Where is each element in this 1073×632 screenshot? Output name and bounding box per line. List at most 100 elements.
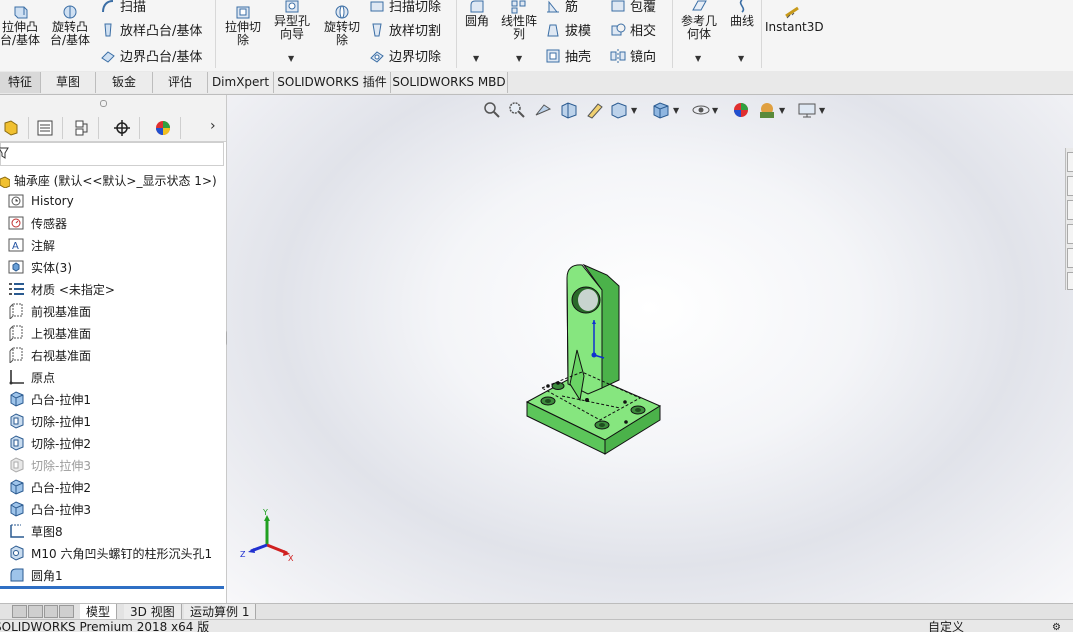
tree-item-sketch8[interactable]: 草图8 xyxy=(8,521,63,541)
panel-tabs-more-icon[interactable]: › xyxy=(210,118,216,134)
apply-scene-icon[interactable] xyxy=(757,101,777,119)
tree-item-counterbore-hole[interactable]: M10 六角凹头螺钉的柱形沉头孔1 xyxy=(8,543,212,563)
tree-item-cut-extrude3[interactable]: 切除-拉伸3 xyxy=(8,455,91,475)
feature-manager-tab[interactable] xyxy=(0,117,29,139)
tree-item-sensors[interactable]: 传感器 xyxy=(8,213,67,233)
draft-button[interactable]: 拔模 xyxy=(545,20,591,39)
bearing-block-model[interactable] xyxy=(522,260,662,460)
configuration-manager-tab[interactable] xyxy=(64,117,99,139)
tree-item-cut-extrude2[interactable]: 切除-拉伸2 xyxy=(8,433,91,453)
tree-item-front-plane[interactable]: 前视基准面 xyxy=(8,301,91,321)
swept-cut-button[interactable]: 扫描切除 xyxy=(369,0,441,15)
revolved-boss-button[interactable]: 旋转凸 台/基体 xyxy=(46,4,94,47)
hide-show-items-icon[interactable] xyxy=(691,101,711,119)
tab-features[interactable]: 特征 xyxy=(0,72,41,93)
shell-button[interactable]: 抽壳 xyxy=(545,46,591,65)
rebuild-status-icon[interactable]: ⚙ xyxy=(1052,621,1061,632)
ribbon-separator xyxy=(456,0,457,68)
tab-sketch[interactable]: 草图 xyxy=(41,72,96,93)
scroll-prev-icon[interactable] xyxy=(27,605,43,618)
lofted-boss-button[interactable]: 放样凸台/基体 xyxy=(100,20,202,39)
tree-item-history[interactable]: History xyxy=(8,191,74,211)
tree-item-boss-extrude1[interactable]: 凸台-拉伸1 xyxy=(8,389,91,409)
feature-tree-icon xyxy=(4,120,18,136)
pattern-dropdown-icon[interactable]: ▼ xyxy=(516,54,522,63)
status-product-name: SOLIDWORKS Premium 2018 x64 版 xyxy=(0,620,210,632)
tree-item-annotations[interactable]: A 注解 xyxy=(8,235,55,255)
view-orientation-dropdown-icon[interactable]: ▼ xyxy=(631,106,637,115)
task-pane-custom-tab[interactable] xyxy=(1067,272,1073,290)
wrap-button[interactable]: 包覆 xyxy=(610,0,656,15)
hole-wizard-dropdown-icon[interactable]: ▼ xyxy=(288,54,294,63)
tab-3d-views[interactable]: 3D 视图 xyxy=(124,604,182,620)
tab-dimxpert[interactable]: DimXpert xyxy=(208,72,274,93)
tree-filter-field[interactable] xyxy=(0,142,224,166)
task-pane-appearances-tab[interactable] xyxy=(1067,248,1073,268)
boundary-boss-button[interactable]: 边界凸台/基体 xyxy=(100,46,202,65)
hide-show-dropdown-icon[interactable]: ▼ xyxy=(712,106,718,115)
display-style-icon[interactable] xyxy=(651,101,671,119)
zoom-to-fit-icon[interactable] xyxy=(482,101,502,119)
tab-solidworks-mbd[interactable]: SOLIDWORKS MBD xyxy=(391,72,508,93)
tree-item-boss-extrude2[interactable]: 凸台-拉伸2 xyxy=(8,477,91,497)
fillet-button[interactable]: 圆角 xyxy=(460,0,494,28)
section-view-icon[interactable] xyxy=(559,101,579,119)
task-pane-explorer-tab[interactable] xyxy=(1067,224,1073,244)
rib-button[interactable]: 筋 xyxy=(545,0,578,15)
edit-appearance-icon[interactable] xyxy=(731,101,751,119)
scroll-last-icon[interactable] xyxy=(59,605,74,618)
reference-geometry-button[interactable]: 参考几 何体 xyxy=(676,0,722,41)
panel-grip-dot[interactable] xyxy=(100,100,107,107)
tab-evaluate[interactable]: 评估 xyxy=(153,72,208,93)
status-bar: SOLIDWORKS Premium 2018 x64 版 自定义 ⚙ xyxy=(0,619,1073,632)
tab-sheet-metal[interactable]: 钣金 xyxy=(96,72,153,93)
scroll-next-icon[interactable] xyxy=(43,605,59,618)
tree-item-boss-extrude3[interactable]: 凸台-拉伸3 xyxy=(8,499,91,519)
curves-button[interactable]: 曲线 xyxy=(726,0,758,28)
curves-dropdown-icon[interactable]: ▼ xyxy=(738,54,744,63)
previous-view-icon[interactable] xyxy=(533,101,553,119)
reference-geometry-dropdown-icon[interactable]: ▼ xyxy=(695,54,701,63)
view-settings-dropdown-icon[interactable]: ▼ xyxy=(819,106,825,115)
wrap-icon xyxy=(611,0,625,11)
units-selector[interactable]: 自定义 xyxy=(928,620,964,632)
display-manager-tab[interactable] xyxy=(146,117,181,139)
tree-item-top-plane[interactable]: 上视基准面 xyxy=(8,323,91,343)
tab-solidworks-addins[interactable]: SOLIDWORKS 插件 xyxy=(274,72,391,93)
part-root-node[interactable]: 轴承座 (默认<<默认>_显示状态 1>) xyxy=(0,172,217,189)
instant3d-button[interactable]: Instant3D xyxy=(765,4,824,34)
task-pane-library-tab[interactable] xyxy=(1067,200,1073,220)
swept-boss-button[interactable]: 扫描 xyxy=(100,0,146,15)
linear-pattern-button[interactable]: 线性阵 列 xyxy=(497,0,541,41)
tree-item-solid-bodies[interactable]: 实体(3) xyxy=(8,257,72,277)
tree-item-cut-extrude1[interactable]: 切除-拉伸1 xyxy=(8,411,91,431)
scroll-first-icon[interactable] xyxy=(12,605,27,618)
tab-motion-study-1[interactable]: 运动算例 1 xyxy=(184,604,257,620)
mirror-button[interactable]: 镜向 xyxy=(610,46,656,65)
hole-wizard-button[interactable]: 异型孔 向导 xyxy=(268,0,316,41)
tree-item-origin[interactable]: 原点 xyxy=(8,367,55,387)
view-orientation-icon[interactable] xyxy=(609,101,629,119)
property-manager-tab[interactable] xyxy=(28,117,63,139)
tree-item-material[interactable]: 材质 <未指定> xyxy=(8,279,115,299)
dimxpert-manager-tab[interactable] xyxy=(105,117,140,139)
lofted-cut-button[interactable]: 放样切割 xyxy=(369,20,441,39)
tree-item-right-plane[interactable]: 右视基准面 xyxy=(8,345,91,365)
task-pane-resources-tab[interactable] xyxy=(1067,176,1073,196)
view-settings-icon[interactable] xyxy=(797,101,817,119)
extruded-boss-button[interactable]: 拉伸凸 台/基体 xyxy=(0,4,42,47)
configuration-icon xyxy=(75,120,88,136)
revolved-cut-button[interactable]: 旋转切 除 xyxy=(318,4,366,47)
zoom-to-area-icon[interactable] xyxy=(507,101,527,119)
extruded-cut-button[interactable]: 拉伸切 除 xyxy=(219,4,267,47)
fillet-dropdown-icon[interactable]: ▼ xyxy=(473,54,479,63)
dynamic-annotation-icon[interactable] xyxy=(585,101,605,119)
display-style-dropdown-icon[interactable]: ▼ xyxy=(673,106,679,115)
task-pane-home-tab[interactable] xyxy=(1067,152,1073,172)
boundary-cut-button[interactable]: 边界切除 xyxy=(369,46,441,65)
scene-dropdown-icon[interactable]: ▼ xyxy=(779,106,785,115)
tree-item-fillet1[interactable]: 圆角1 xyxy=(8,565,63,585)
tab-model[interactable]: 模型 xyxy=(80,604,118,620)
intersect-button[interactable]: 相交 xyxy=(610,20,656,39)
graphics-area[interactable]: ▼ ▼ ▼ ▼ ▼ Y X Z xyxy=(227,95,1073,603)
